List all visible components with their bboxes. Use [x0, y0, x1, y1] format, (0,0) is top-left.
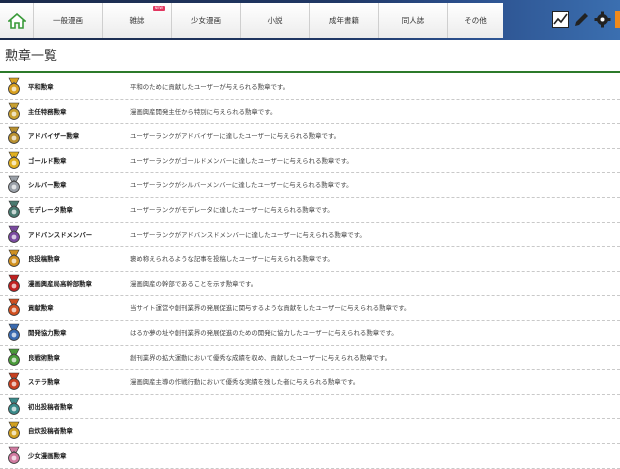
tab-label: 雑誌	[129, 16, 145, 25]
medal-description: 漫画興産の幹部であることを示す勲章です。	[130, 279, 258, 288]
medal-silver-icon	[8, 176, 20, 194]
medal-list: 平和勲章 平和のために貢献したユーザーが与えられる勲章です。主任特務勲章 漫画興産開…	[0, 75, 620, 469]
tab-label: 一般漫画	[53, 16, 83, 25]
medal-name: 自炊投稿者勲章	[28, 427, 73, 436]
medal-description: ユーザーランクがアドバンスドメンバーに達したユーザーに与えられる勲章です。	[130, 230, 366, 239]
tab-label: 少女漫画	[191, 16, 221, 25]
medal-description: 漫画興産開発主任から特別に与えられる勲章です。	[130, 107, 277, 116]
medal-name: 開発協力勲章	[28, 328, 67, 337]
title-divider	[0, 71, 620, 73]
tab-label: その他	[464, 16, 487, 25]
medal-tactics-icon	[8, 348, 20, 366]
medal-name: 良戦術勲章	[28, 353, 60, 362]
medal-row: 良投稿勲章 褒め称えられるような記事を投稿したユーザーに与えられる勲章です。	[0, 247, 620, 272]
category-tabs: 一般漫画 雑誌 NEW 少女漫画 小説 成年書籍 同人誌 その他	[0, 3, 550, 38]
medal-name: モデレータ勲章	[28, 205, 73, 214]
medal-row: 自炊投稿者勲章	[0, 419, 620, 444]
tab-other[interactable]: その他	[448, 3, 503, 38]
chart-icon[interactable]	[552, 11, 569, 28]
medal-peace-icon	[8, 77, 20, 95]
medal-dev-icon	[8, 323, 20, 341]
medal-name: 平和勲章	[28, 83, 54, 91]
tab-shoujo-manga[interactable]: 少女漫画	[172, 3, 241, 38]
medal-row: 漫画興産局高幹部勲章 漫画興産の幹部であることを示す勲章です。	[0, 272, 620, 297]
medal-row: ゴールド勲章 ユーザーランクがゴールドメンバーに達したユーザーに与えられる勲章です…	[0, 149, 620, 174]
medal-description: 創刊業界の拡大運動において優秀な成績を収め、貢献したユーザーに与えられる勲章です…	[130, 353, 392, 362]
medal-first-post-icon	[8, 397, 20, 415]
page-title: 勲章一覧	[5, 49, 58, 64]
medal-stella-icon	[8, 372, 20, 391]
tab-label: 小説	[267, 16, 283, 25]
medal-executive-icon	[8, 274, 20, 292]
medal-advanced-icon	[8, 225, 20, 243]
medal-name: 主任特務勲章	[28, 107, 67, 116]
medal-description: ユーザーランクがアドバイザーに達したユーザーに与えられる勲章です。	[130, 132, 340, 141]
medal-contribution-icon	[8, 299, 20, 317]
medal-description: 褒め称えられるような記事を投稿したユーザーに与えられる勲章です。	[130, 255, 334, 264]
medal-description: ユーザーランクがモデレータに達したユーザーに与えられる勲章です。	[130, 205, 334, 214]
medal-row: 貢献勲章 当サイト運営や創刊業界の発展促進に関与するような貢献をしたユーザーに与え…	[0, 296, 620, 321]
tab-general-manga[interactable]: 一般漫画	[34, 3, 103, 38]
medal-description: はるか夢の址や創刊業界の発展促進のための開発に協力したユーザーに与えられる勲章で…	[130, 328, 398, 337]
medal-gold-icon	[8, 151, 20, 169]
medal-row: 平和勲章 平和のために貢献したユーザーが与えられる勲章です。	[0, 75, 620, 100]
medal-name: 良投稿勲章	[28, 255, 60, 264]
medal-name: 漫画興産局高幹部勲章	[28, 279, 92, 288]
new-badge: NEW	[152, 6, 165, 11]
pencil-icon[interactable]	[573, 11, 590, 28]
home-icon	[7, 12, 26, 29]
medal-name: ゴールド勲章	[28, 156, 67, 165]
medal-row: アドバンスドメンバー ユーザーランクがアドバンスドメンバーに達したユーザーに与えら…	[0, 223, 620, 248]
medal-name: 初出投稿者勲章	[28, 402, 73, 411]
medal-moderator-icon	[8, 200, 20, 218]
medal-name: ステラ勲章	[28, 378, 60, 387]
medal-row: アドバイザー勲章 ユーザーランクがアドバイザーに達したユーザーに与えられる勲章です…	[0, 124, 620, 149]
medal-description: 平和のために貢献したユーザーが与えられる勲章です。	[130, 83, 289, 91]
medal-scan-icon	[8, 422, 20, 440]
medal-row: 開発協力勲章 はるか夢の址や創刊業界の発展促進のための開発に協力したユーザーに与え…	[0, 321, 620, 346]
tab-magazine[interactable]: 雑誌 NEW	[103, 3, 172, 38]
medal-row: 良戦術勲章 創刊業界の拡大運動において優秀な成績を収め、貢献したユーザーに与えられ…	[0, 346, 620, 371]
medal-name: 貢献勲章	[28, 304, 54, 313]
gear-icon[interactable]	[594, 11, 611, 28]
medal-row: 主任特務勲章 漫画興産開発主任から特別に与えられる勲章です。	[0, 100, 620, 125]
medal-description: 当サイト運営や創刊業界の発展促進に関与するような貢献をしたユーザーに与えられる勲…	[130, 304, 411, 313]
medal-name: アドバンスドメンバー	[28, 230, 93, 239]
medal-description: 漫画興産主導の作戦行動において優秀な実績を残した者に与えられる勲章です。	[130, 378, 360, 387]
rss-icon[interactable]	[615, 11, 620, 28]
medal-name: シルバー勲章	[28, 181, 67, 190]
tab-doujinshi[interactable]: 同人誌	[379, 3, 448, 38]
medal-row: モデレータ勲章 ユーザーランクがモデレータに達したユーザーに与えられる勲章です。	[0, 198, 620, 223]
medal-name: アドバイザー勲章	[28, 132, 80, 141]
tab-label: 同人誌	[401, 16, 425, 25]
medal-good-post-icon	[8, 249, 20, 268]
medal-row: シルバー勲章 ユーザーランクがシルバーメンバーに達したユーザーに与えられる勲章です…	[0, 173, 620, 198]
home-button[interactable]	[0, 3, 34, 38]
medal-chief-icon	[8, 102, 20, 120]
tab-label: 成年書籍	[329, 16, 359, 25]
tab-adult-books[interactable]: 成年書籍	[310, 3, 379, 38]
medal-row: 初出投稿者勲章	[0, 395, 620, 420]
top-navigation-bar: 一般漫画 雑誌 NEW 少女漫画 小説 成年書籍 同人誌 その他	[0, 0, 620, 40]
medal-advisor-icon	[8, 126, 20, 145]
medal-description: ユーザーランクがシルバーメンバーに達したユーザーに与えられる勲章です。	[130, 181, 353, 190]
tab-novel[interactable]: 小説	[241, 3, 310, 38]
medal-shoujo-icon	[8, 446, 20, 464]
medal-row: ステラ勲章 漫画興産主導の作戦行動において優秀な実績を残した者に与えられる勲章です…	[0, 370, 620, 395]
medal-description: ユーザーランクがゴールドメンバーに達したユーザーに与えられる勲章です。	[130, 156, 353, 165]
toolbar-icons	[552, 11, 620, 28]
medal-name: 少女漫画勲章	[28, 451, 67, 460]
